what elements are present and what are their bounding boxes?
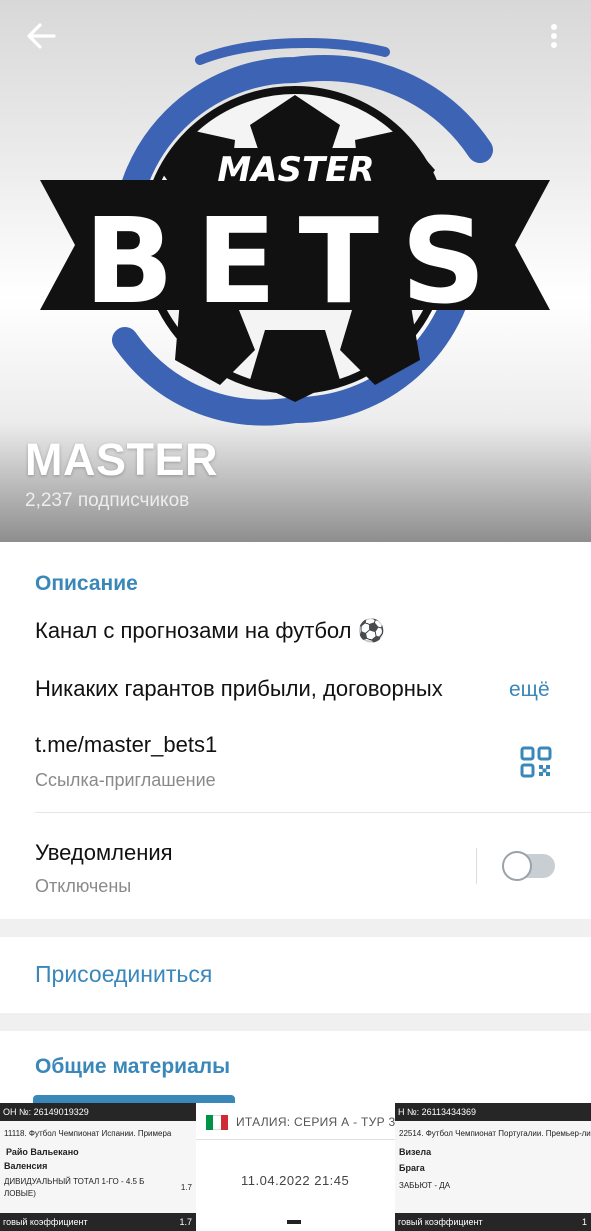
join-button[interactable]: Присоединиться xyxy=(35,961,212,988)
media-thumbnail[interactable]: Н №: 26113434369 22514. Футбол Чемпионат… xyxy=(395,1103,591,1231)
coupon-bet: ДИВИДУАЛЬНЫЙ ТОТАЛ 1-ГО - 4.5 Б xyxy=(4,1177,145,1186)
description-fade: Никаких гарантов прибыли, договорных xyxy=(35,676,497,708)
notifications-toggle[interactable] xyxy=(502,851,555,881)
match-league: ИТАЛИЯ: СЕРИЯ А - ТУР 3 xyxy=(236,1115,395,1129)
subscriber-count: 2,237 подписчиков xyxy=(25,490,190,511)
shared-media-title[interactable]: Общие материалы xyxy=(35,1055,230,1079)
channel-logo: MASTER BETS xyxy=(40,37,550,426)
italy-flag-icon xyxy=(206,1115,228,1130)
coupon-team1: Визела xyxy=(399,1147,432,1157)
coupon-header: ОН №: 26149019329 xyxy=(0,1103,196,1121)
score-dash xyxy=(287,1220,301,1224)
notifications-status: Отключены xyxy=(35,876,132,896)
divider xyxy=(35,812,591,813)
channel-header: MASTER BETS MASTER 2,237 подписчиков xyxy=(0,0,591,542)
coupon-event: 22514. Футбол Чемпионат Португалии. Прем… xyxy=(399,1129,591,1138)
coupon-total: говый коэффициент 1 xyxy=(395,1213,591,1231)
coupon-event: 11118. Футбол Чемпионат Испании. Примера xyxy=(4,1129,172,1138)
join-card: Присоединиться xyxy=(0,937,591,1013)
vertical-divider xyxy=(476,848,477,884)
description-text: Канал с прогнозами на футбол ⚽ xyxy=(35,618,386,643)
coupon-total-label: говый коэффициент xyxy=(3,1217,88,1227)
logo-big-text: BETS xyxy=(84,192,508,330)
invite-link-caption: Ссылка-приглашение xyxy=(35,770,216,790)
coupon-team2: Брага xyxy=(399,1163,425,1173)
coupon-header: Н №: 26113434369 xyxy=(395,1103,591,1121)
notifications-label: Уведомления xyxy=(35,840,173,865)
coupon-odds: 1.7 xyxy=(180,1183,192,1192)
shared-media-card: Общие материалы ОН №: 26149019329 11118.… xyxy=(0,1031,591,1231)
description-label: Описание xyxy=(35,572,138,595)
media-grid: ОН №: 26149019329 11118. Футбол Чемпиона… xyxy=(0,1103,591,1231)
divider xyxy=(196,1139,395,1140)
coupon-total-label: говый коэффициент xyxy=(398,1217,483,1227)
logo-small-text: MASTER xyxy=(217,150,374,190)
coupon-total-value: 1.7 xyxy=(179,1217,192,1227)
coupon-team2: Валенсия xyxy=(4,1161,48,1171)
match-datetime: 11.04.2022 21:45 xyxy=(241,1173,350,1188)
toggle-knob xyxy=(502,851,532,881)
coupon-bet: ЗАБЬЮТ - ДА xyxy=(399,1181,451,1190)
coupon-team1: Райо Вальекано xyxy=(6,1147,79,1157)
channel-title: MASTER xyxy=(25,434,218,485)
coupon-bet-extra: ЛОВЫЕ) xyxy=(4,1189,36,1198)
qr-code-icon[interactable] xyxy=(518,744,554,780)
coupon-total-value: 1 xyxy=(581,1217,587,1227)
channel-info-card: Описание Канал с прогнозами на футбол ⚽ … xyxy=(0,542,591,919)
invite-link[interactable]: t.me/master_bets1 xyxy=(35,732,217,758)
media-thumbnail[interactable]: ИТАЛИЯ: СЕРИЯ А - ТУР 3 11.04.2022 21:45 xyxy=(196,1103,395,1231)
coupon-total: говый коэффициент 1.7 xyxy=(0,1213,196,1231)
description-text-2: Никаких гарантов прибыли, договорных xyxy=(35,676,443,701)
media-thumbnail[interactable]: ОН №: 26149019329 11118. Футбол Чемпиона… xyxy=(0,1103,196,1231)
show-more-link[interactable]: ещё xyxy=(509,678,550,702)
